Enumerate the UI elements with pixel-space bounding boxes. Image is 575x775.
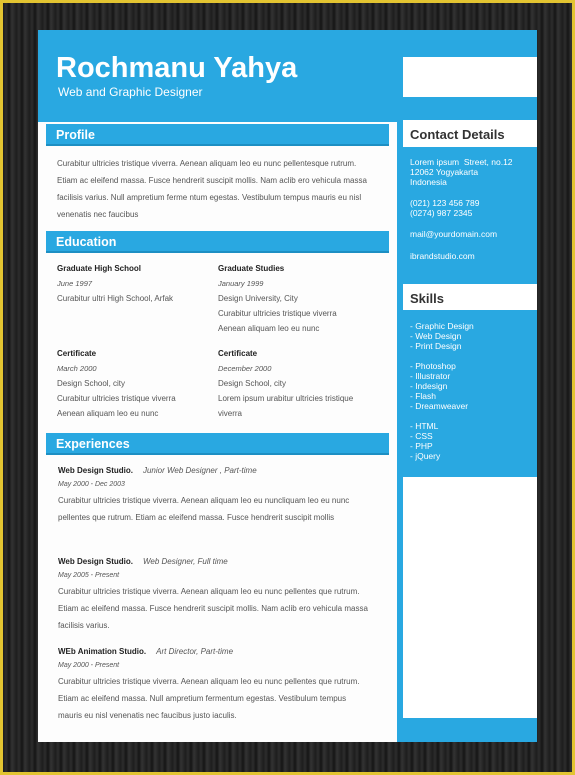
name: Rochmanu Yahya — [56, 52, 298, 84]
sidebar-bottom-box — [403, 477, 537, 718]
skills-code: - HTML - CSS - PHP - jQuery — [410, 421, 441, 461]
experience-item: Web Design Studio. Web Designer, Full tim… — [58, 557, 368, 630]
experience-item: Web Design Studio. Junior Web Designer , … — [58, 466, 350, 522]
education-item: Graduate Studies January 1999 Design Unive… — [218, 264, 337, 333]
header-underline — [46, 115, 389, 120]
resume-page: Rochmanu Yahya Web and Graphic Designer … — [38, 30, 537, 742]
education-item: Certificate December 2000 Design School, c… — [218, 349, 354, 418]
skills-header: Skills — [403, 284, 537, 310]
skills-design: - Graphic Design - Web Design - Print De… — [410, 321, 474, 351]
sidebar: Contact Details Lorem ipsum Street, no.1… — [397, 30, 537, 742]
education-item: Certificate March 2000 Design School, city… — [57, 349, 176, 418]
profile-text: Curabitur ultricies tristique viverra. A… — [57, 159, 367, 219]
header: Rochmanu Yahya Web and Graphic Designer — [38, 30, 397, 122]
role: Web and Graphic Designer — [58, 85, 203, 99]
contact-header: Contact Details — [403, 120, 537, 147]
skills-title: Skills — [410, 291, 444, 306]
contact-address: Lorem ipsum Street, no.12 12062 Yogyakar… — [410, 157, 513, 187]
contact-title: Contact Details — [410, 127, 505, 142]
experiences-header: Experiences — [46, 433, 389, 455]
profile-header: Profile — [46, 124, 389, 146]
contact-website[interactable]: ibrandstudio.com — [410, 251, 475, 261]
skills-software: - Photoshop - Illustrator - Indesign - F… — [410, 361, 469, 411]
contact-phones: (021) 123 456 789 (0274) 987 2345 — [410, 198, 480, 218]
education-item: Graduate High School June 1997 Curabitur u… — [57, 264, 174, 303]
experience-item: WEb Animation Studio. Art Director, Part-… — [58, 647, 360, 720]
sidebar-top-box — [403, 57, 537, 97]
contact-email[interactable]: mail@yourdomain.com — [410, 229, 497, 239]
education-header: Education — [46, 231, 389, 253]
